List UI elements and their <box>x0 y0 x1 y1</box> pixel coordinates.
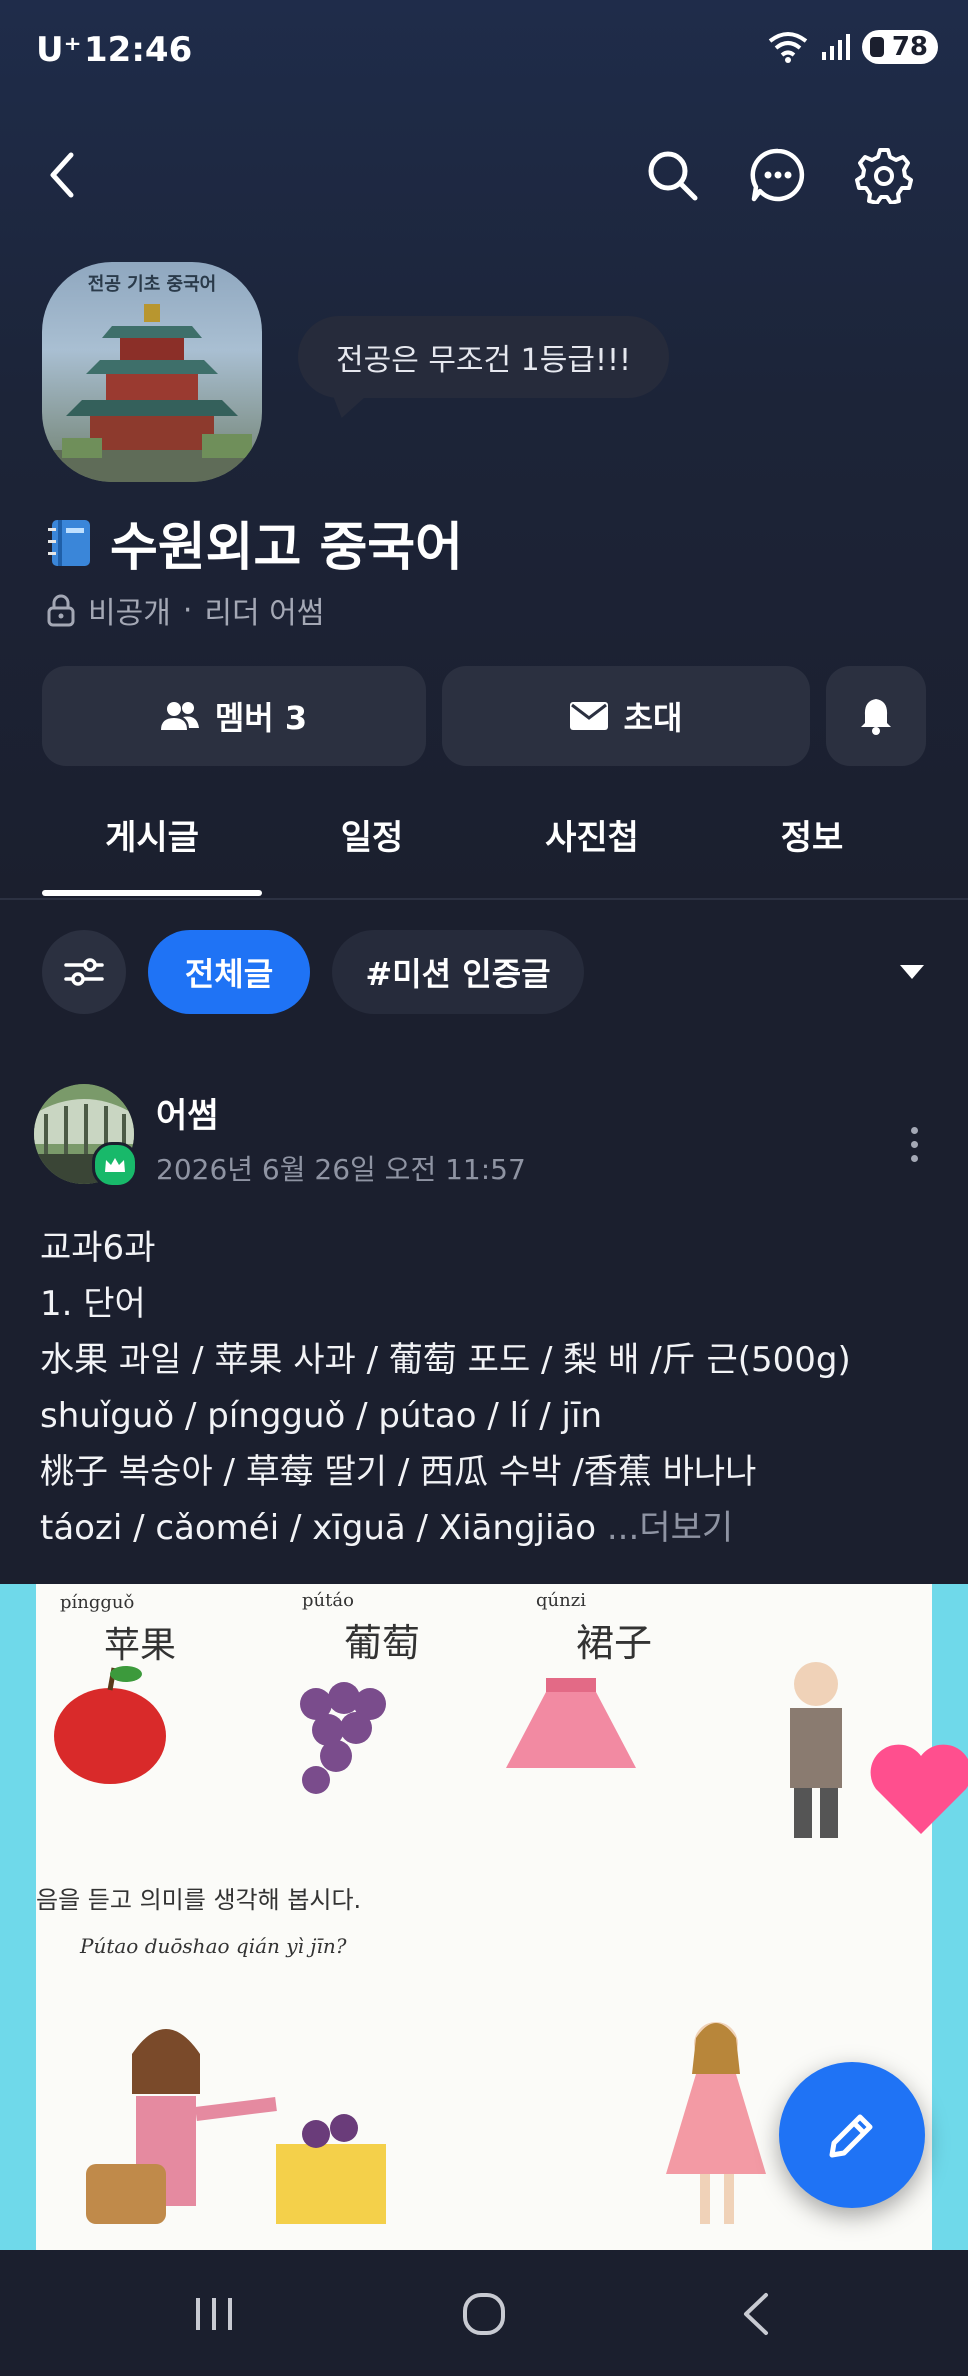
heart-sticker <box>870 1744 968 1834</box>
signal-icon <box>821 34 850 60</box>
worksheet-sentence: Pútao duōshao qián yì jīn? <box>80 1934 347 1958</box>
tab-photos[interactable]: 사진첩 <box>482 810 702 859</box>
filter-mission-label: #미션 인증글 <box>365 955 551 993</box>
club-status-bubble: 전공은 무조건 1등급!!! <box>298 316 670 398</box>
members-button[interactable]: 멤버 3 <box>42 666 426 766</box>
more-options-icon[interactable] <box>894 1114 934 1174</box>
worksheet-pinyin: píngguǒ <box>60 1592 135 1613</box>
sliders-icon <box>64 958 104 986</box>
settings-icon <box>855 148 913 204</box>
filter-all-label: 전체글 <box>184 955 274 993</box>
filter-settings-button[interactable] <box>42 930 126 1014</box>
filter-mission-chip[interactable]: #미션 인증글 <box>332 930 584 1014</box>
worksheet-pinyin: qúnzi <box>536 1590 586 1611</box>
grapes-drawing <box>300 1682 386 1794</box>
mail-icon <box>569 702 608 730</box>
filter-dropdown-button[interactable] <box>884 950 940 994</box>
app-bar <box>0 140 968 220</box>
write-post-button[interactable] <box>779 2062 925 2208</box>
recent-apps-icon <box>196 2298 232 2330</box>
recent-apps-button[interactable] <box>154 2274 274 2354</box>
post-line: táozi / cǎoméi / xīguā / Xiāngjiāo <box>40 1508 607 1548</box>
apple-drawing <box>54 1666 166 1784</box>
status-bar: U⁺ 12:46 78 <box>0 0 968 100</box>
tab-info[interactable]: 정보 <box>702 810 922 859</box>
bell-icon <box>861 699 891 735</box>
carrier-label: U⁺ <box>36 30 82 70</box>
post-body[interactable]: 교과6과 1. 단어 水果 과일 / 苹果 사과 / 葡萄 포도 / 梨 배 /… <box>40 1220 940 1556</box>
members-icon <box>160 702 199 730</box>
leader-badge <box>92 1142 138 1188</box>
pagoda-illustration <box>42 304 262 482</box>
filter-row: 전체글 #미션 인증글 <box>0 930 968 1014</box>
system-back-button[interactable] <box>696 2274 816 2354</box>
dress-girl-drawing <box>666 2022 766 2224</box>
see-more-link[interactable]: ...더보기 <box>607 1508 733 1548</box>
club-name: 수원외고 중국어 <box>110 518 463 578</box>
members-label: 멤버 3 <box>214 699 308 737</box>
worksheet-instruction: 음을 듣고 의미를 생각해 봅시다. <box>36 1886 362 1914</box>
filter-all-chip[interactable]: 전체글 <box>148 930 310 1014</box>
meta-separator: · <box>182 592 193 628</box>
post-header: 어썸 2026년 6월 26일 오전 11:57 <box>34 1084 934 1194</box>
tab-bar: 게시글 일정 사진첩 정보 <box>0 790 968 900</box>
skirt-drawing <box>506 1678 636 1768</box>
battery-icon: 78 <box>861 30 938 64</box>
club-meta: 비공개 · 리더 어썸 <box>46 588 324 632</box>
tab-schedule[interactable]: 일정 <box>262 810 482 859</box>
post-author[interactable]: 어썸 <box>156 1088 219 1137</box>
post-line: 교과6과 <box>40 1228 156 1268</box>
invite-button[interactable]: 초대 <box>442 666 810 766</box>
club-cover-image[interactable]: 전공 기초 중국어 <box>42 262 262 482</box>
notebook-icon <box>48 519 90 566</box>
club-title: 수원외고 중국어 <box>48 505 463 580</box>
post-line-last: táozi / cǎoméi / xīguā / Xiāngjiāo ...더보… <box>40 1500 940 1556</box>
search-icon <box>648 151 698 201</box>
privacy-label: 비공개 <box>88 596 171 631</box>
club-status-text: 전공은 무조건 1등급!!! <box>336 343 632 378</box>
leader-label: 리더 어썸 <box>204 596 325 631</box>
back-button[interactable] <box>28 140 98 210</box>
system-back-icon <box>744 2293 768 2335</box>
search-button[interactable] <box>637 140 707 210</box>
tab-posts[interactable]: 게시글 <box>42 810 262 859</box>
notification-button[interactable] <box>826 666 926 766</box>
worksheet-pinyin: pútáo <box>302 1590 354 1611</box>
person-drawing <box>790 1662 842 1838</box>
chat-button[interactable] <box>743 140 813 210</box>
worksheet-hanzi: 裙子 <box>576 1621 653 1665</box>
post-date: 2026년 6월 26일 오전 11:57 <box>156 1153 526 1186</box>
active-tab-indicator <box>42 890 262 896</box>
shopkeeper-drawing <box>86 2029 386 2224</box>
wifi-icon <box>768 32 808 63</box>
crown-icon <box>105 1158 125 1172</box>
post-line: shuǐguǒ / píngguǒ / pútao / lí / jīn <box>40 1396 602 1436</box>
post-line: 1. 단어 <box>40 1284 146 1324</box>
system-nav-bar <box>0 2250 968 2376</box>
post-line: 水果 과일 / 苹果 사과 / 葡萄 포도 / 梨 배 /斤 근(500g) <box>40 1340 851 1380</box>
status-icons: 78 <box>768 30 938 64</box>
home-button[interactable] <box>424 2274 544 2354</box>
post-line: 桃子 복숭아 / 草莓 딸기 / 西瓜 수박 /香蕉 바나나 <box>40 1452 757 1492</box>
caret-down-icon <box>900 965 924 979</box>
home-icon <box>463 2293 505 2335</box>
chat-icon <box>750 148 805 202</box>
invite-label: 초대 <box>623 699 683 737</box>
back-icon <box>50 152 74 198</box>
worksheet-hanzi: 葡萄 <box>344 1621 421 1665</box>
lock-icon <box>47 594 75 627</box>
settings-button[interactable] <box>849 140 919 210</box>
pencil-icon <box>829 2114 873 2158</box>
clock: 12:46 <box>84 30 193 70</box>
